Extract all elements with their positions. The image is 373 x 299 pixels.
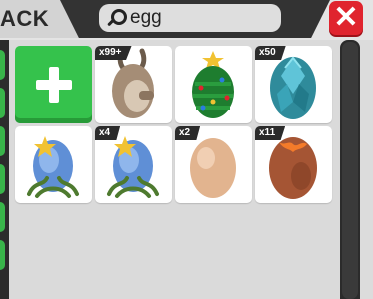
page-title: ACK: [0, 6, 50, 31]
item-cracked-egg[interactable]: x2: [175, 126, 252, 203]
item-count-badge: x2: [175, 126, 201, 140]
item-starry-egg[interactable]: x4: [95, 126, 172, 203]
inventory-grid: x99+ x50 x4 x2 x11: [9, 40, 340, 299]
inventory-window: ACK egg ✕ x99+ x50 x4 x2 x11: [0, 0, 373, 299]
category-tab[interactable]: [0, 50, 5, 80]
scrollbar[interactable]: [340, 40, 360, 299]
category-tab[interactable]: [0, 202, 5, 232]
close-button[interactable]: ✕: [329, 1, 363, 35]
item-count-badge: x11: [255, 126, 286, 140]
category-tab[interactable]: [0, 164, 5, 194]
item-count-badge: x4: [95, 126, 121, 140]
add-item-button[interactable]: [15, 46, 92, 123]
item-christmas-tree-egg[interactable]: [175, 46, 252, 123]
item-starry-egg[interactable]: [15, 126, 92, 203]
item-lava-egg[interactable]: x11: [255, 126, 332, 203]
scrollbar-thumb[interactable]: [342, 42, 358, 299]
category-sidebar: [0, 40, 9, 299]
starry-egg-icon: [27, 136, 79, 198]
item-kangaroo-egg[interactable]: x99+: [95, 46, 172, 123]
category-tab[interactable]: [0, 126, 5, 156]
search-input[interactable]: egg: [99, 4, 281, 32]
plus-icon: [34, 65, 74, 105]
category-tab[interactable]: [0, 88, 5, 118]
item-count-badge: x99+: [95, 46, 132, 60]
christmas-tree-egg-icon: [192, 51, 234, 118]
search-icon: [105, 7, 127, 29]
item-count-badge: x50: [255, 46, 286, 60]
search-text: egg: [130, 7, 162, 28]
header: ACK egg ✕: [0, 0, 373, 40]
close-icon: ✕: [333, 1, 359, 34]
category-tab[interactable]: [0, 240, 5, 270]
item-crystal-egg[interactable]: x50: [255, 46, 332, 123]
